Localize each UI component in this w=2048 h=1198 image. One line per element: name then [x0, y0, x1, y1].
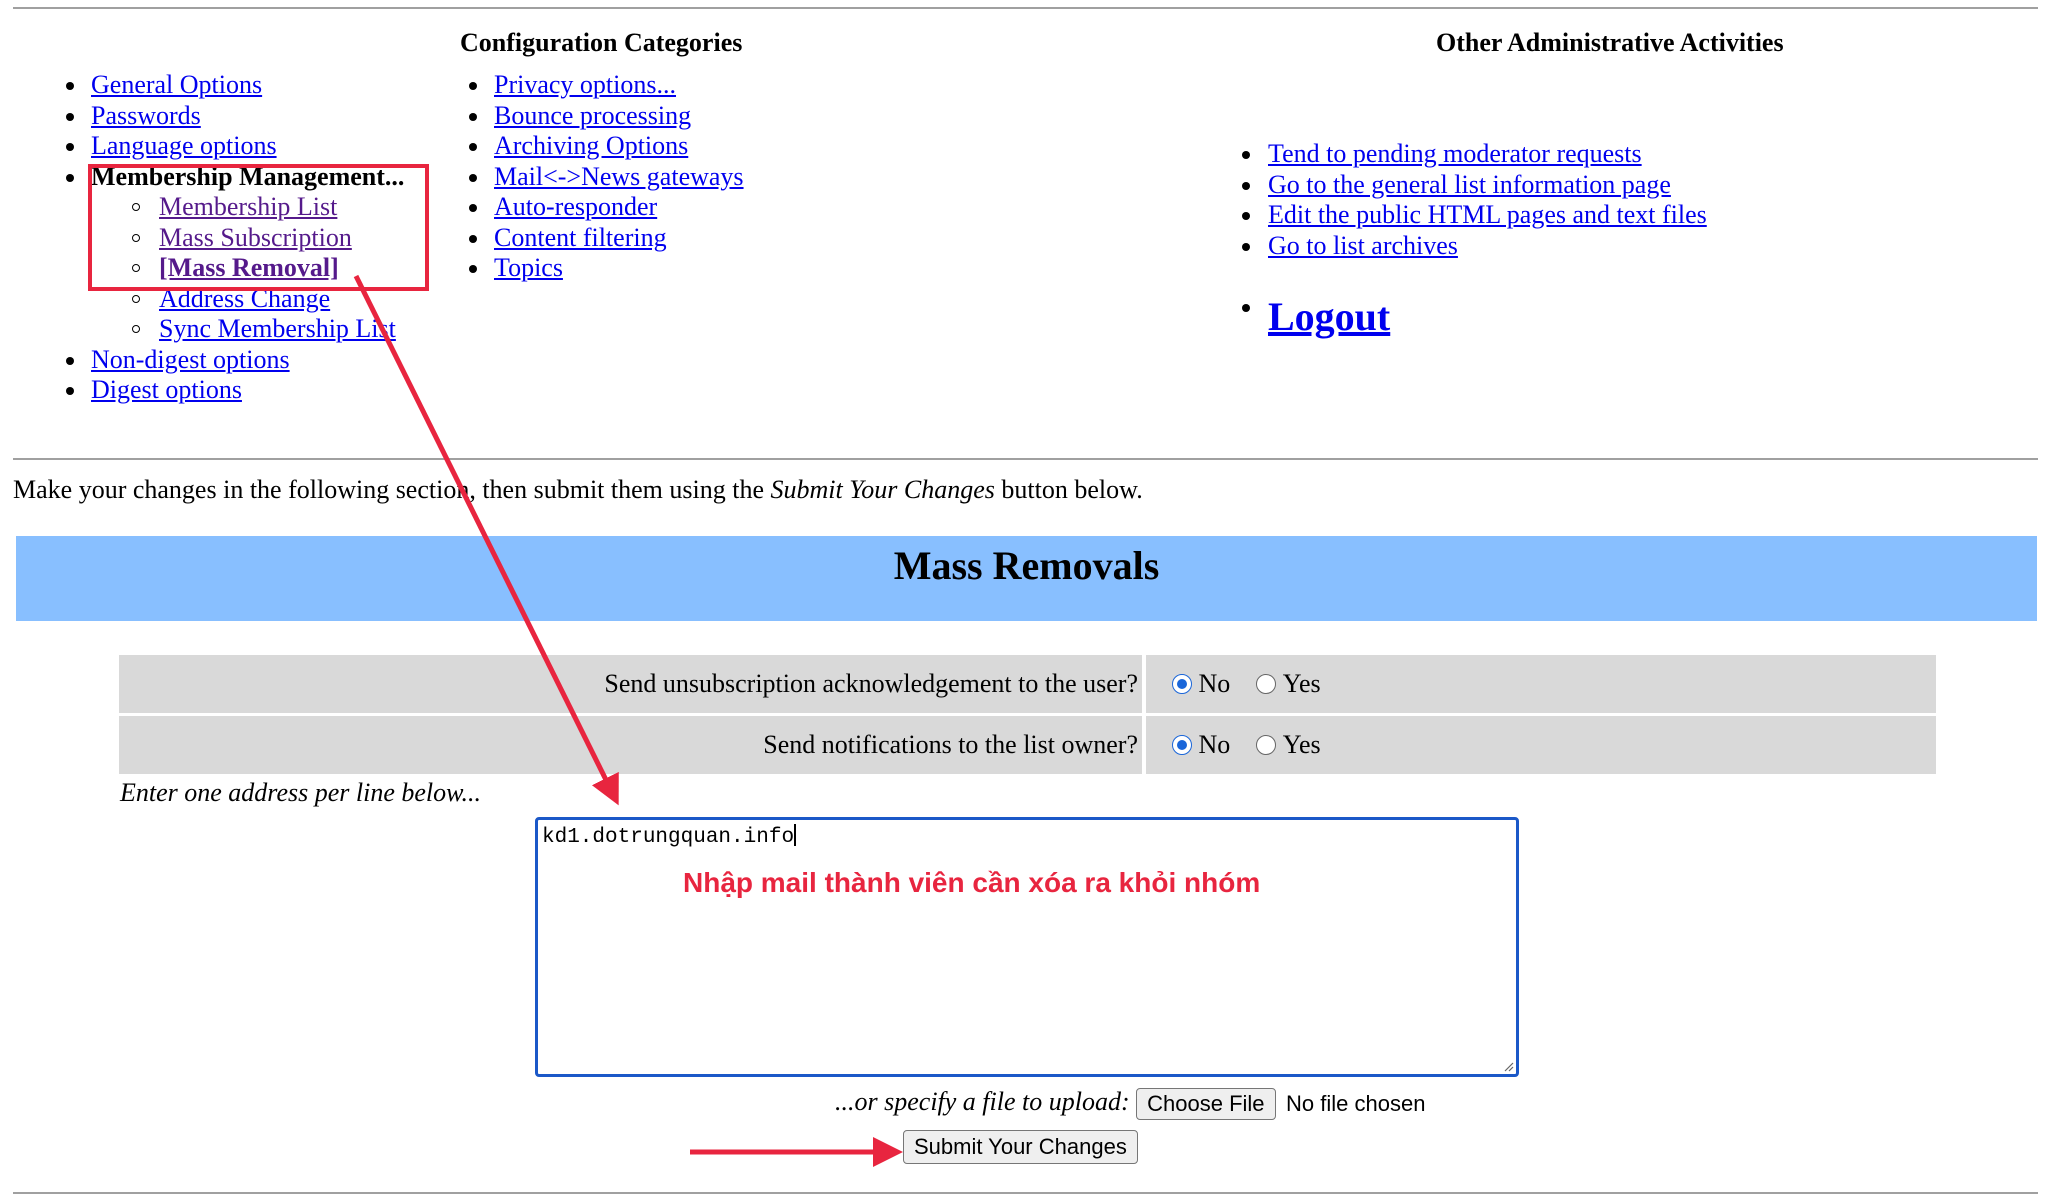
list-archives-link[interactable]: Go to list archives: [1268, 231, 1458, 260]
address-hint: Enter one address per line below...: [120, 778, 482, 807]
text-caret: [794, 824, 797, 846]
passwords-link[interactable]: Passwords: [91, 101, 201, 130]
privacy-options-link[interactable]: Privacy options...: [494, 70, 676, 99]
non-digest-options-link[interactable]: Non-digest options: [91, 345, 290, 374]
section-title: Mass Removals: [893, 543, 1160, 588]
ack-question: Send unsubscription acknowledgement to t…: [604, 669, 1138, 698]
digest-options-link[interactable]: Digest options: [91, 375, 242, 404]
language-options-link[interactable]: Language options: [91, 131, 277, 160]
nav-item-content-filtering: Content filtering: [464, 223, 744, 254]
resize-grip-icon[interactable]: [1502, 1060, 1514, 1072]
mail-news-gateways-link[interactable]: Mail<->News gateways: [494, 162, 744, 191]
logout-link[interactable]: Logout: [1268, 294, 1390, 339]
sub-item-sync-membership: Sync Membership List: [91, 314, 404, 345]
nav-item-topics: Topics: [464, 253, 744, 284]
topics-link[interactable]: Topics: [494, 253, 563, 282]
submit-changes-button[interactable]: Submit Your Changes: [903, 1130, 1138, 1164]
pending-moderator-requests-link[interactable]: Tend to pending moderator requests: [1268, 139, 1642, 168]
nav-item-passwords: Passwords: [13, 101, 404, 132]
notify-question: Send notifications to the list owner?: [763, 730, 1138, 759]
annotation-callout: Nhập mail thành viên cần xóa ra khỏi nhó…: [683, 867, 1261, 898]
ack-no-radio[interactable]: [1172, 674, 1192, 694]
instructions-text: Make your changes in the following secti…: [13, 475, 1143, 505]
nav-item-non-digest: Non-digest options: [13, 345, 404, 376]
nav-item-digest: Digest options: [13, 375, 404, 406]
section-banner: Mass Removals: [16, 536, 2037, 621]
admin-activities-list: Tend to pending moderator requests Go to…: [1237, 139, 1707, 261]
option-label: Send unsubscription acknowledgement to t…: [119, 655, 1142, 713]
config-categories-heading: Configuration Categories: [460, 28, 743, 57]
instructions-after: button below.: [994, 475, 1143, 504]
nav-item-archiving: Archiving Options: [464, 131, 744, 162]
notify-yes-radio[interactable]: [1256, 735, 1277, 755]
option-controls: No Yes: [1146, 716, 1936, 774]
highlight-box: [88, 164, 429, 291]
top-divider: [13, 7, 2038, 9]
notify-no-radio[interactable]: [1172, 735, 1192, 755]
general-options-link[interactable]: General Options: [91, 70, 262, 99]
instructions-before: Make your changes in the following secti…: [13, 475, 771, 504]
auto-responder-link[interactable]: Auto-responder: [494, 192, 657, 221]
nav-item-mail-news: Mail<->News gateways: [464, 162, 744, 193]
nav-item-language-options: Language options: [13, 131, 404, 162]
nav-item-bounce: Bounce processing: [464, 101, 744, 132]
bounce-processing-link[interactable]: Bounce processing: [494, 101, 691, 130]
general-list-info-link[interactable]: Go to the general list information page: [1268, 170, 1671, 199]
file-status: No file chosen: [1286, 1091, 1426, 1117]
nav-item-edit-html: Edit the public HTML pages and text file…: [1237, 200, 1707, 231]
choose-file-button[interactable]: Choose File: [1136, 1088, 1276, 1121]
nav-item-privacy: Privacy options...: [464, 70, 744, 101]
option-row-ack: Send unsubscription acknowledgement to t…: [119, 655, 1936, 713]
ack-no-label: No: [1198, 669, 1231, 698]
other-admin-heading: Other Administrative Activities: [1436, 28, 1784, 57]
nav-item-list-info: Go to the general list information page: [1237, 170, 1707, 201]
config-categories-list: Privacy options... Bounce processing Arc…: [464, 70, 744, 284]
nav-item-autoresponder: Auto-responder: [464, 192, 744, 223]
archiving-options-link[interactable]: Archiving Options: [494, 131, 688, 160]
sync-membership-list-link[interactable]: Sync Membership List: [159, 314, 396, 343]
ack-yes-radio[interactable]: [1256, 674, 1277, 694]
address-textarea[interactable]: kd1.dotrungquan.info: [535, 817, 1519, 1077]
option-row-notify: Send notifications to the list owner? No…: [119, 716, 1936, 774]
logout-list: Logout: [1237, 292, 1390, 347]
nav-item-general-options: General Options: [13, 70, 404, 101]
nav-item-archives: Go to list archives: [1237, 231, 1707, 262]
bottom-divider: [13, 1192, 2038, 1194]
nav-item-logout: Logout: [1237, 292, 1390, 347]
instructions-emphasis: Submit Your Changes: [770, 475, 995, 504]
option-label: Send notifications to the list owner?: [119, 716, 1142, 774]
file-upload-row: ...or specify a file to upload: Choose F…: [835, 1085, 1426, 1121]
notify-no-label: No: [1198, 730, 1231, 759]
ack-yes-label: Yes: [1282, 669, 1321, 698]
section-divider: [13, 458, 2038, 460]
edit-html-pages-link[interactable]: Edit the public HTML pages and text file…: [1268, 200, 1707, 229]
nav-item-moderator: Tend to pending moderator requests: [1237, 139, 1707, 170]
content-filtering-link[interactable]: Content filtering: [494, 223, 667, 252]
upload-label: ...or specify a file to upload:: [835, 1087, 1130, 1116]
textarea-value: kd1.dotrungquan.info: [542, 826, 795, 849]
notify-yes-label: Yes: [1282, 730, 1321, 759]
option-controls: No Yes: [1146, 655, 1936, 713]
